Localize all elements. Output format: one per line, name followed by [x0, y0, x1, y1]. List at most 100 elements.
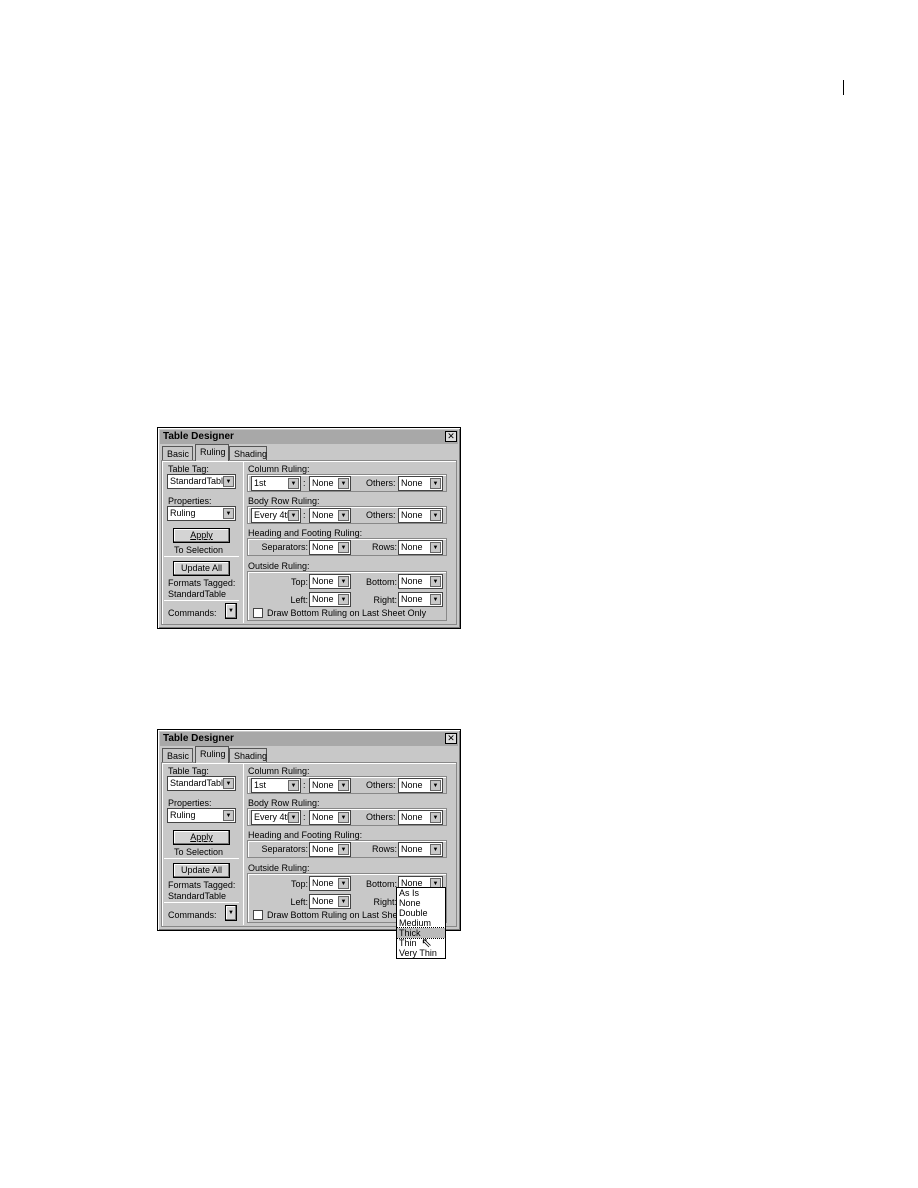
separators-select[interactable]: None ▼ [309, 842, 351, 857]
table-tag-select[interactable]: StandardTabl ▼ [167, 474, 236, 489]
properties-select-value: Ruling [170, 508, 196, 518]
formats-tag-name: StandardTable [168, 589, 227, 599]
close-button[interactable]: ✕ [445, 431, 457, 442]
properties-select[interactable]: Ruling ▼ [167, 808, 236, 823]
separators-select-value: None [312, 542, 334, 552]
commands-label: Commands: [168, 608, 217, 618]
body-row-ruling-others-select-value: None [401, 812, 423, 822]
dropdown-option[interactable]: Medium [397, 918, 445, 928]
update-all-button[interactable]: Update All [173, 863, 230, 878]
chevron-down-icon: ▼ [288, 478, 299, 489]
chevron-down-icon: ▼ [288, 812, 299, 823]
page-margin-rule [843, 80, 844, 95]
chevron-down-icon: ▼ [228, 608, 234, 614]
chevron-down-icon: ▼ [338, 478, 349, 489]
top-label: Top: [290, 577, 308, 587]
to-selection-label: To Selection [174, 545, 224, 555]
column-ruling-others-select[interactable]: None ▼ [398, 476, 443, 491]
column-ruling-label: Column Ruling: [248, 766, 310, 776]
properties-label: Properties: [168, 798, 212, 808]
colon: : [303, 780, 306, 790]
body-row-ruling-first-select[interactable]: Every 4th ▼ [251, 810, 301, 825]
rows-select-value: None [401, 844, 423, 854]
chevron-down-icon: ▼ [430, 812, 441, 823]
draw-bottom-ruling-checkbox[interactable] [253, 608, 263, 618]
rows-select[interactable]: None ▼ [398, 842, 443, 857]
formats-tagged-label: Formats Tagged: [168, 578, 236, 588]
body-row-ruling-others-label: Others: [366, 812, 396, 822]
dropdown-option[interactable]: Double [397, 908, 445, 918]
column-ruling-first-value-select[interactable]: None ▼ [309, 476, 351, 491]
body-row-ruling-first-value-select[interactable]: None ▼ [309, 508, 351, 523]
divider [164, 902, 239, 903]
top-select[interactable]: None ▼ [309, 574, 351, 589]
dropdown-option[interactable]: As Is [397, 888, 445, 898]
chevron-down-icon: ▼ [338, 812, 349, 823]
rows-label: Rows: [371, 542, 397, 552]
chevron-down-icon: ▼ [223, 508, 234, 519]
rows-select[interactable]: None ▼ [398, 540, 443, 555]
dropdown-option[interactable]: None [397, 898, 445, 908]
bottom-select[interactable]: None ▼ [398, 574, 443, 589]
chevron-down-icon: ▼ [430, 542, 441, 553]
heading-footing-label: Heading and Footing Ruling: [248, 528, 363, 538]
tab-ruling[interactable]: Ruling [195, 444, 229, 461]
mouse-pointer-icon: ⇖ [421, 935, 432, 950]
chevron-down-icon: ▼ [430, 780, 441, 791]
column-ruling-first-value-select-value: None [312, 478, 334, 488]
table-tag-select-value: StandardTabl [170, 778, 224, 788]
formats-tag-name: StandardTable [168, 891, 227, 901]
body-row-ruling-others-select[interactable]: None ▼ [398, 508, 443, 523]
divider [243, 764, 244, 925]
commands-menu-button[interactable]: ▼ [225, 905, 237, 921]
tab-basic[interactable]: Basic [162, 446, 193, 460]
title-bar: Table Designer [160, 732, 458, 746]
column-ruling-first-select[interactable]: 1st ▼ [251, 476, 301, 491]
draw-bottom-ruling-checkbox[interactable] [253, 910, 263, 920]
separators-select-value: None [312, 844, 334, 854]
separators-select[interactable]: None ▼ [309, 540, 351, 555]
formats-tagged-label: Formats Tagged: [168, 880, 236, 890]
body-row-ruling-others-select[interactable]: None ▼ [398, 810, 443, 825]
tab-basic[interactable]: Basic [162, 748, 193, 762]
apply-button[interactable]: Apply [173, 830, 230, 845]
column-ruling-first-value-select-value: None [312, 780, 334, 790]
chevron-down-icon: ▼ [338, 510, 349, 521]
apply-button[interactable]: Apply [173, 528, 230, 543]
close-button[interactable]: ✕ [445, 733, 457, 744]
divider [243, 462, 244, 623]
table-tag-select[interactable]: StandardTabl ▼ [167, 776, 236, 791]
body-row-ruling-first-value-select-value: None [312, 510, 334, 520]
commands-label: Commands: [168, 910, 217, 920]
properties-select[interactable]: Ruling ▼ [167, 506, 236, 521]
left-select[interactable]: None ▼ [309, 592, 351, 607]
column-ruling-others-select-value: None [401, 478, 423, 488]
body-row-ruling-first-select-value: Every 4th [254, 510, 293, 520]
column-ruling-first-select-value: 1st [254, 478, 267, 488]
update-all-button[interactable]: Update All [173, 561, 230, 576]
bottom-label: Bottom: [365, 577, 397, 587]
commands-menu-button[interactable]: ▼ [225, 603, 237, 619]
tab-ruling[interactable]: Ruling [195, 746, 229, 763]
chevron-down-icon: ▼ [430, 510, 441, 521]
right-select[interactable]: None ▼ [398, 592, 443, 607]
title-bar: Table Designer [160, 430, 458, 444]
body-row-ruling-first-value-select[interactable]: None ▼ [309, 810, 351, 825]
column-ruling-first-select[interactable]: 1st ▼ [251, 778, 301, 793]
tab-shading[interactable]: Shading [229, 446, 267, 460]
tab-shading[interactable]: Shading [229, 748, 267, 762]
separators-label: Separators: [261, 844, 308, 854]
column-ruling-first-value-select[interactable]: None ▼ [309, 778, 351, 793]
left-label: Left: [290, 595, 308, 605]
column-ruling-others-select[interactable]: None ▼ [398, 778, 443, 793]
table-designer-dialog: Table Designer ✕ Basic Ruling Shading Table T… [157, 427, 461, 629]
document-page: Table Designer ✕ Basic Ruling Shading Table T… [0, 0, 918, 1188]
left-select-value: None [312, 594, 334, 604]
chevron-down-icon: ▼ [338, 780, 349, 791]
colon: : [303, 510, 306, 520]
top-select[interactable]: None ▼ [309, 876, 351, 891]
table-tag-label: Table Tag: [168, 766, 209, 776]
left-select[interactable]: None ▼ [309, 894, 351, 909]
body-row-ruling-first-select[interactable]: Every 4th ▼ [251, 508, 301, 523]
body-row-ruling-label: Body Row Ruling: [248, 496, 320, 506]
